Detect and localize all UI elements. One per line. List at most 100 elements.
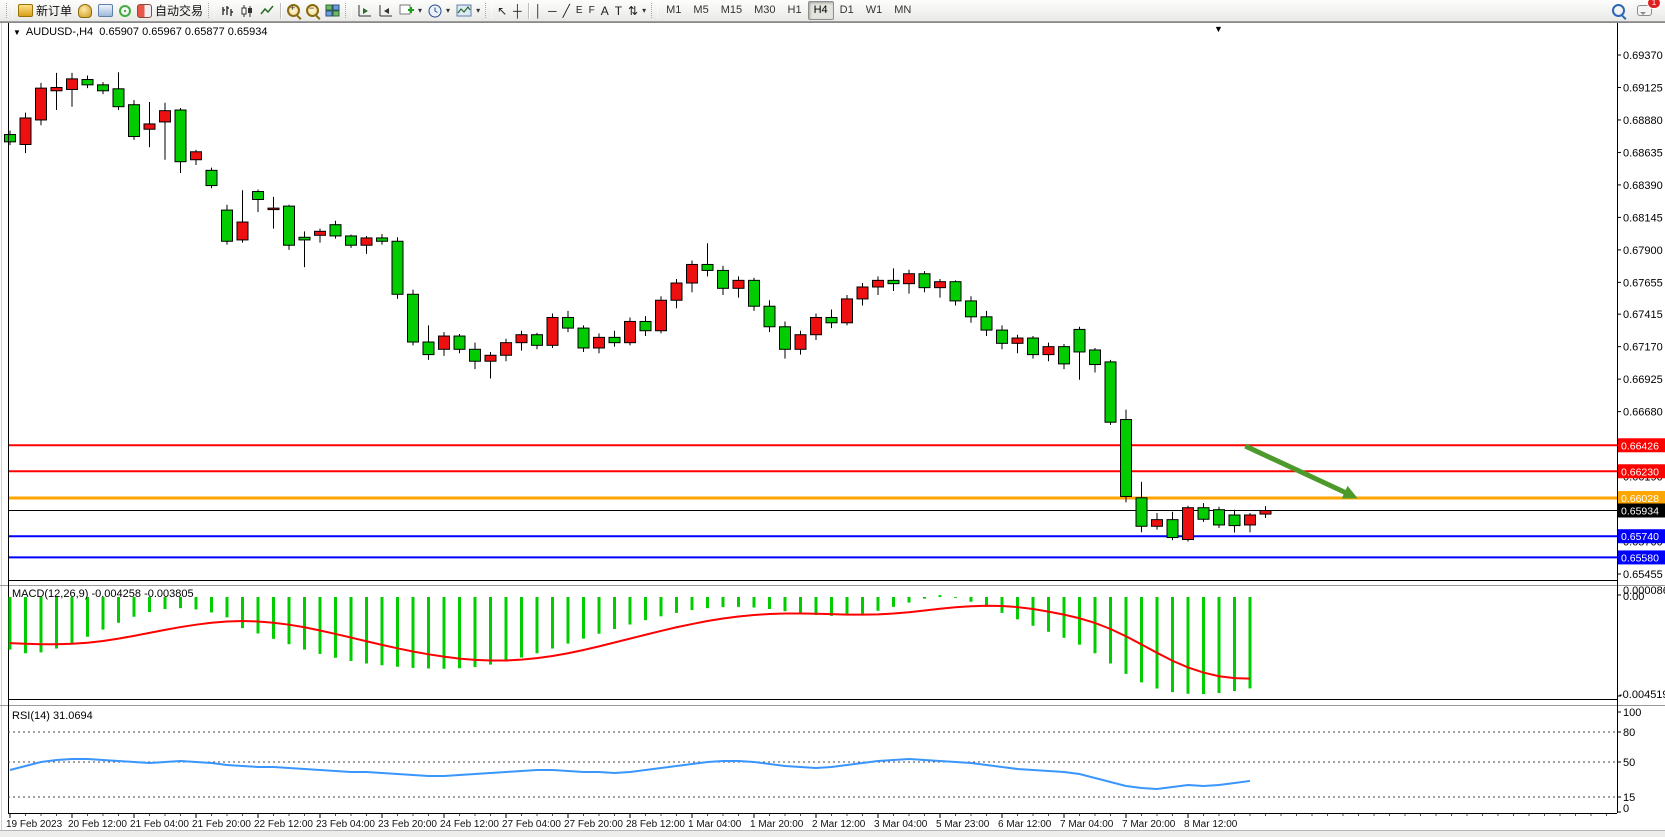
periods-button[interactable]: ▾ — [425, 1, 453, 21]
price-axis-label: 0.67170 — [1623, 342, 1663, 354]
candle-body — [51, 87, 62, 90]
zoom-in-button[interactable]: + — [284, 1, 303, 21]
dropdown-arrow-icon: ▾ — [418, 6, 422, 15]
main-toolbar: 新订单 自动交易 + − — [0, 0, 1665, 22]
new-order-icon — [18, 4, 33, 17]
indicator-forward-button[interactable] — [354, 1, 375, 21]
channel-tool-button[interactable]: E — [573, 1, 586, 21]
candle-body — [470, 349, 481, 361]
toolbar-grip[interactable] — [651, 3, 658, 18]
candle-body — [423, 342, 434, 355]
seal-button[interactable] — [75, 1, 95, 21]
candle-body — [82, 80, 93, 85]
time-axis-label: 1 Mar 20:00 — [750, 819, 804, 830]
signals-icon — [119, 5, 131, 17]
candle-body — [857, 287, 868, 299]
new-chart-button[interactable]: ▾ — [396, 1, 425, 21]
toolbar-grip[interactable] — [345, 3, 352, 18]
candle-body — [1214, 510, 1225, 525]
candle-body — [1105, 362, 1116, 422]
price-axis-label: 0.67900 — [1623, 245, 1663, 257]
zoom-out-button[interactable]: − — [303, 1, 322, 21]
candle-body — [609, 337, 620, 342]
candle-body — [392, 241, 403, 294]
metaeditor-button[interactable] — [95, 1, 116, 21]
candle-body — [237, 222, 248, 240]
bar-chart-button[interactable] — [217, 1, 237, 21]
candle-body — [1183, 508, 1194, 540]
text-tool-icon: A — [601, 5, 609, 17]
fibonacci-tool-button[interactable]: F — [586, 1, 598, 21]
cursor-tool-button[interactable]: ↖ — [494, 1, 510, 21]
price-axis-label: 0.68145 — [1623, 212, 1663, 224]
auto-trading-icon — [137, 4, 152, 18]
candle-body — [36, 88, 47, 120]
text-tool-button[interactable]: A — [598, 1, 612, 21]
horizontal-line-icon: ─ — [548, 5, 557, 17]
trendline-tool-button[interactable]: ╱ — [560, 1, 573, 21]
candle-body — [516, 335, 527, 343]
timeframe-m5[interactable]: M5 — [687, 1, 714, 20]
indicator-back-button[interactable] — [375, 1, 396, 21]
candle-body — [935, 282, 946, 288]
crosshair-tool-button[interactable]: ┼ — [510, 1, 525, 21]
candle-body — [578, 328, 589, 348]
seal-icon — [78, 4, 92, 18]
new-order-label: 新订单 — [36, 2, 72, 19]
price-axis-label: 0.65455 — [1623, 569, 1663, 581]
auto-trading-button[interactable]: 自动交易 — [134, 1, 206, 21]
candle-body — [222, 210, 233, 241]
candle-body — [625, 321, 636, 342]
zoom-out-sign: − — [309, 3, 314, 13]
toolbar-grip[interactable] — [485, 3, 492, 18]
candle-body — [206, 170, 217, 185]
timeframe-mn[interactable]: MN — [888, 1, 917, 20]
price-axis-label: 0.69125 — [1623, 82, 1663, 94]
candle-body — [749, 280, 760, 306]
timeframe-h4[interactable]: H4 — [808, 1, 834, 20]
search-button[interactable] — [1609, 1, 1628, 21]
chart-title: ▼AUDUSD-,H4 0.65907 0.65967 0.65877 0.65… — [13, 26, 268, 38]
candle-body — [144, 124, 155, 129]
candle-body — [532, 335, 543, 346]
timeframe-w1[interactable]: W1 — [860, 1, 889, 20]
timeframe-m1[interactable]: M1 — [660, 1, 687, 20]
chart-canvas[interactable]: 0.693700.691250.688800.686350.683900.681… — [0, 0, 1665, 837]
hline-tool-button[interactable]: ─ — [545, 1, 560, 21]
line-chart-button[interactable] — [257, 1, 277, 21]
toolbar-grip[interactable] — [208, 3, 215, 18]
candle-body — [1198, 508, 1209, 520]
candle-body — [1245, 515, 1256, 525]
tile-windows-button[interactable] — [322, 1, 343, 21]
candle-body — [826, 317, 837, 322]
new-order-button[interactable]: 新订单 — [15, 1, 75, 21]
rsi-level-label: 50 — [1623, 757, 1635, 769]
notifications-button[interactable]: 1 — [1634, 1, 1655, 21]
signals-button[interactable] — [116, 1, 134, 21]
bar-chart-icon — [220, 4, 234, 18]
rsi-level-label: 80 — [1623, 727, 1635, 739]
time-axis-label: 22 Feb 12:00 — [254, 819, 313, 830]
time-axis-label: 24 Feb 12:00 — [440, 819, 499, 830]
toolbar-grip[interactable] — [6, 3, 13, 18]
collapse-triangle-icon[interactable]: ▼ — [13, 28, 21, 37]
candle-body — [1260, 511, 1271, 515]
candle-body — [175, 110, 186, 162]
candle-body — [1121, 420, 1132, 497]
timeframe-d1[interactable]: D1 — [834, 1, 860, 20]
tile-windows-icon — [325, 4, 340, 17]
candle-body — [888, 280, 899, 283]
timeframe-m15[interactable]: M15 — [715, 1, 748, 20]
timeframe-m30[interactable]: M30 — [748, 1, 781, 20]
vline-tool-button[interactable]: │ — [532, 1, 546, 21]
time-axis-label: 7 Mar 04:00 — [1060, 819, 1114, 830]
arrows-tool-button[interactable]: ⇅ ▾ — [625, 1, 649, 21]
label-tool-button[interactable]: T — [612, 1, 625, 21]
fibonacci-icon: F — [589, 5, 595, 17]
candle-chart-button[interactable] — [237, 1, 257, 21]
price-line-badge-label: 0.65934 — [1621, 506, 1659, 518]
timeframe-h1[interactable]: H1 — [782, 1, 808, 20]
price-axis-label: 0.68880 — [1623, 115, 1663, 127]
candle-body — [67, 79, 78, 90]
templates-button[interactable]: ▾ — [453, 1, 483, 21]
